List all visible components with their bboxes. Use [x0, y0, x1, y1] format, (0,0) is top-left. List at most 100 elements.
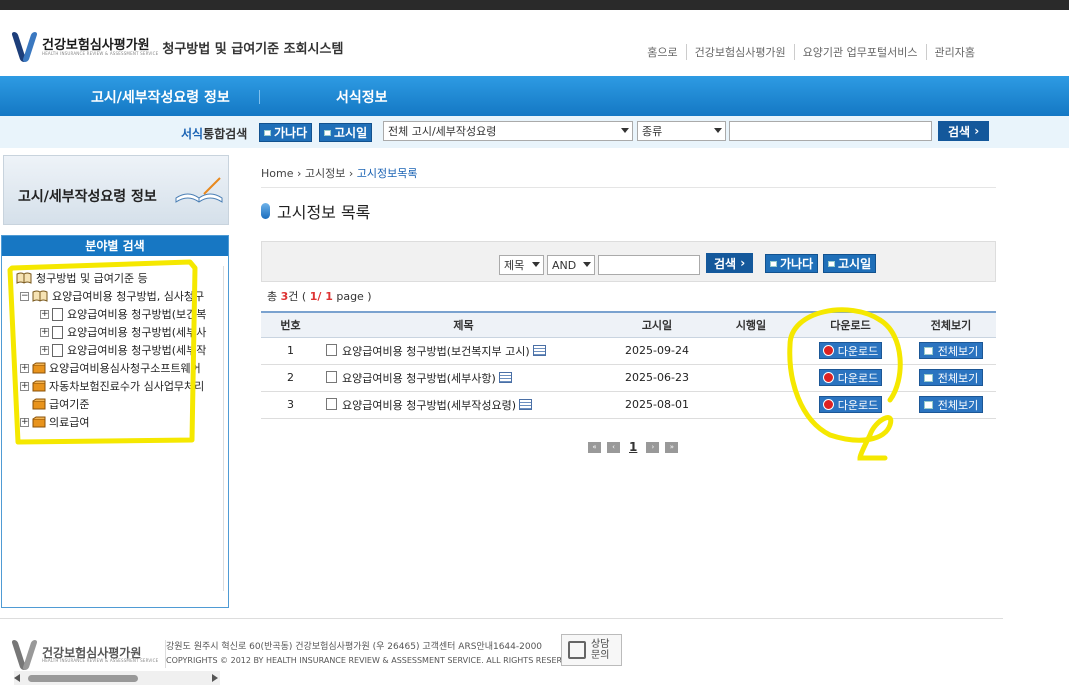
chevron-right-icon: › [348, 167, 357, 180]
filter-date-button[interactable]: 고시일 [823, 254, 877, 273]
tree-item-root[interactable]: 청구방법 및 급여기준 등 [16, 270, 148, 286]
collapse-icon[interactable]: − [20, 291, 29, 301]
expand-icon[interactable]: + [40, 309, 49, 319]
book-icon [16, 272, 32, 284]
search-date-label: 고시일 [334, 126, 368, 140]
row-title-cell[interactable]: 요양급여비용 청구방법(보건복지부 고시) [320, 337, 607, 365]
expand-icon[interactable]: + [40, 327, 49, 337]
tree-item-auto-insurance[interactable]: + 자동차보험진료수가 심사업무처리 [20, 378, 204, 394]
notice-table: 번호 제목 고시일 시행일 다운로드 전체보기 1 요양급여비용 청구방법(보건… [261, 311, 996, 419]
row-effective-date [707, 391, 795, 419]
tree-horizontal-scrollbar[interactable] [14, 671, 220, 685]
search-submit-button[interactable]: 검색 › [938, 121, 990, 141]
row-view-cell: 전체보기 [906, 391, 996, 419]
breadcrumb-level1[interactable]: 고시정보 [305, 167, 345, 180]
search-abc-button[interactable]: 가나다 [259, 123, 313, 142]
expand-icon[interactable]: + [20, 417, 29, 427]
tree-item-medical-aid[interactable]: + 의료급여 [20, 414, 89, 430]
row-number: 2 [261, 364, 320, 392]
category-tree: 청구방법 및 급여기준 등 − 요양급여비용 청구방법, 심사청구 + 요양급여… [14, 266, 224, 591]
table-icon[interactable] [532, 344, 546, 356]
square-icon [324, 129, 331, 136]
search-type-select[interactable]: 종류 [637, 121, 726, 141]
box-icon [32, 416, 46, 428]
chevron-down-icon [621, 128, 629, 133]
table-row: 1 요양급여비용 청구방법(보건복지부 고시) 2025-09-24 다운로드 … [261, 337, 996, 365]
logo-english: HEALTH INSURANCE REVIEW & ASSESSMENT SER… [42, 50, 159, 56]
tree-item-detail[interactable]: + 요양급여비용 청구방법(세부사 [40, 324, 206, 340]
search-title-a: 서식 [181, 127, 204, 141]
prev-page-icon[interactable]: ‹ [607, 441, 620, 453]
row-number: 3 [261, 391, 320, 419]
first-page-icon[interactable]: « [588, 441, 601, 453]
table-row: 3 요양급여비용 청구방법(세부작성요령) 2025-08-01 다운로드 전체… [261, 391, 996, 419]
breadcrumb-home[interactable]: Home [261, 167, 293, 180]
expand-icon[interactable]: + [20, 363, 29, 373]
tree-item-benefit-criteria[interactable]: 급여기준 [32, 396, 89, 412]
nav-form-info[interactable]: 서식정보 [336, 87, 388, 107]
view-all-button[interactable]: 전체보기 [918, 369, 984, 386]
tree-item-guide[interactable]: + 요양급여비용 청구방법(세부작 [40, 342, 206, 358]
download-label: 다운로드 [837, 344, 879, 358]
filter-field-value: 제목 [504, 259, 525, 272]
row-title[interactable]: 요양급여비용 청구방법(보건복지부 고시) [342, 345, 530, 358]
filter-search-button[interactable]: 검색 › [706, 253, 754, 273]
link-home[interactable]: 홈으로 [639, 44, 685, 60]
filter-abc-button[interactable]: 가나다 [765, 254, 819, 273]
expand-icon[interactable]: + [20, 381, 29, 391]
category-panel-title: 분야별 검색 [2, 236, 228, 256]
row-download-cell: 다운로드 [795, 337, 906, 365]
pdf-icon [822, 345, 834, 356]
row-view-cell: 전체보기 [906, 337, 996, 365]
table-icon[interactable] [519, 398, 532, 410]
download-button[interactable]: 다운로드 [818, 369, 883, 386]
col-download: 다운로드 [795, 311, 906, 338]
tree-item-label: 요양급여비용 청구방법, 심사청구 [52, 290, 205, 303]
tree-item-label: 청구방법 및 급여기준 등 [36, 272, 148, 285]
row-title-cell[interactable]: 요양급여비용 청구방법(세부사항) [320, 364, 607, 392]
page-title-text: 고시정보 목록 [277, 203, 371, 222]
chevron-right-icon: › [296, 167, 305, 180]
top-links: 홈으로 건강보험심사평가원 요양기관 업무포털서비스 관리자홈 [639, 44, 983, 60]
last-page-icon[interactable]: » [665, 441, 679, 453]
footer-copyright: COPYRIGHTS © 2012 BY HEALTH INSURANCE RE… [166, 656, 581, 665]
tree-item-label: 급여기준 [49, 398, 90, 411]
download-button[interactable]: 다운로드 [818, 396, 883, 413]
table-icon[interactable] [498, 371, 512, 383]
download-button[interactable]: 다운로드 [818, 342, 883, 359]
row-title[interactable]: 요양급여비용 청구방법(세부사항) [342, 372, 496, 385]
document-icon [326, 343, 337, 356]
link-hira[interactable]: 건강보험심사평가원 [685, 44, 794, 60]
row-title[interactable]: 요양급여비용 청구방법(세부작성요령) [342, 399, 516, 412]
next-page-icon[interactable]: › [646, 441, 660, 453]
tree-item-label: 요양급여비용 청구방법(보건복 [67, 308, 207, 321]
link-admin[interactable]: 관리자홈 [925, 44, 983, 60]
view-all-button[interactable]: 전체보기 [918, 396, 984, 413]
filter-abc-label: 가나다 [780, 257, 814, 271]
tree-item-notice[interactable]: + 요양급여비용 청구방법(보건복 [40, 306, 206, 322]
search-scope-select[interactable]: 전체 고시/세부작성요령 [383, 121, 633, 141]
counsel-button[interactable]: 상담 문의 [561, 634, 622, 666]
site-logo[interactable]: 건강보험심사평가원 HEALTH INSURANCE REVIEW & ASSE… [11, 32, 343, 62]
nav-divider [259, 90, 260, 104]
link-portal[interactable]: 요양기관 업무포털서비스 [793, 44, 926, 60]
book-icon [32, 290, 48, 302]
filter-query-input[interactable] [598, 255, 700, 275]
result-summary: 총 3건 ( 1/ 1 page ) [267, 288, 372, 304]
tree-item-label: 요양급여비용심사청구소프트웨어 [49, 362, 201, 375]
view-all-button[interactable]: 전체보기 [918, 342, 984, 359]
filter-operator-select[interactable]: AND [547, 255, 595, 275]
page-number[interactable]: 1 [629, 440, 637, 454]
tree-item-claim-method[interactable]: − 요양급여비용 청구방법, 심사청구 [20, 288, 204, 304]
row-download-cell: 다운로드 [795, 364, 906, 392]
search-date-button[interactable]: 고시일 [319, 123, 373, 142]
nav-notice-info[interactable]: 고시/세부작성요령 정보 [91, 87, 230, 107]
filter-field-select[interactable]: 제목 [499, 255, 544, 275]
expand-icon[interactable]: + [40, 345, 49, 355]
square-icon [264, 129, 271, 136]
view-all-label: 전체보기 [937, 398, 979, 412]
search-abc-label: 가나다 [274, 126, 308, 140]
search-input[interactable] [729, 121, 932, 141]
tree-item-software[interactable]: + 요양급여비용심사청구소프트웨어 [20, 360, 201, 376]
row-title-cell[interactable]: 요양급여비용 청구방법(세부작성요령) [320, 391, 607, 419]
